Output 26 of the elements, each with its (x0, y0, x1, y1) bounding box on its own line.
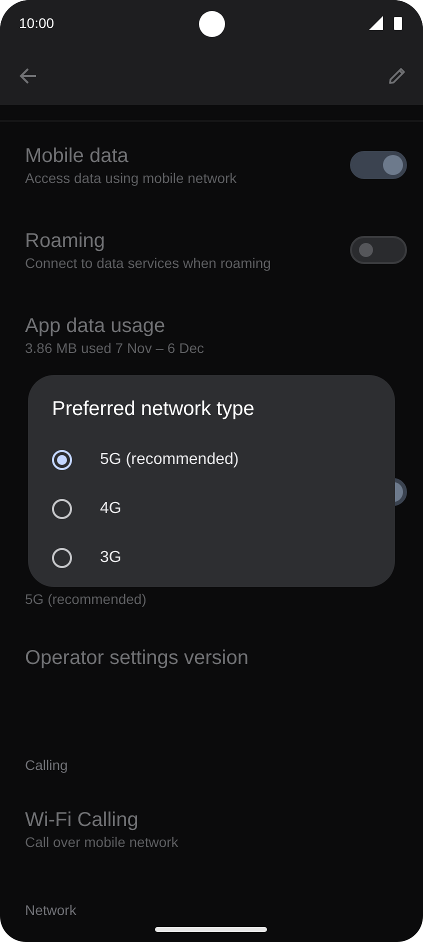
back-icon[interactable] (18, 66, 38, 86)
setting-subtitle: Access data using mobile network (25, 168, 237, 186)
radio-button[interactable] (52, 498, 72, 518)
setting-title: Wi-Fi Calling (25, 808, 138, 832)
setting-title: App data usage (25, 314, 166, 338)
pencil-icon[interactable] (387, 66, 407, 86)
toggle-switch[interactable] (350, 150, 407, 178)
section-header: Calling (25, 756, 68, 774)
setting-subtitle: 3.86 MB used 7 Nov – 6 Dec (25, 338, 204, 356)
setting-subtitle: Call over mobile network (25, 832, 178, 850)
signal-battery-icon (369, 16, 405, 30)
setting-subtitle: Connect to data services when roaming (25, 254, 271, 272)
status-time: 10:00 (19, 15, 54, 31)
option-label[interactable]: 5G (recommended) (100, 450, 239, 468)
option-label[interactable]: 3G (100, 548, 122, 566)
toggle-switch[interactable] (350, 236, 407, 264)
option-label[interactable]: 4G (100, 500, 122, 518)
radio-button[interactable] (52, 450, 72, 470)
section-header: Network (25, 901, 76, 919)
setting-title: Operator settings version (25, 646, 248, 671)
setting-title: Roaming (25, 228, 106, 254)
setting-subtitle: 5G (recommended) (25, 590, 146, 608)
setting-title: Mobile data (25, 144, 128, 168)
dialog-title: Preferred network type (52, 397, 256, 422)
camera-cutout (199, 11, 225, 37)
radio-button[interactable] (52, 548, 72, 568)
